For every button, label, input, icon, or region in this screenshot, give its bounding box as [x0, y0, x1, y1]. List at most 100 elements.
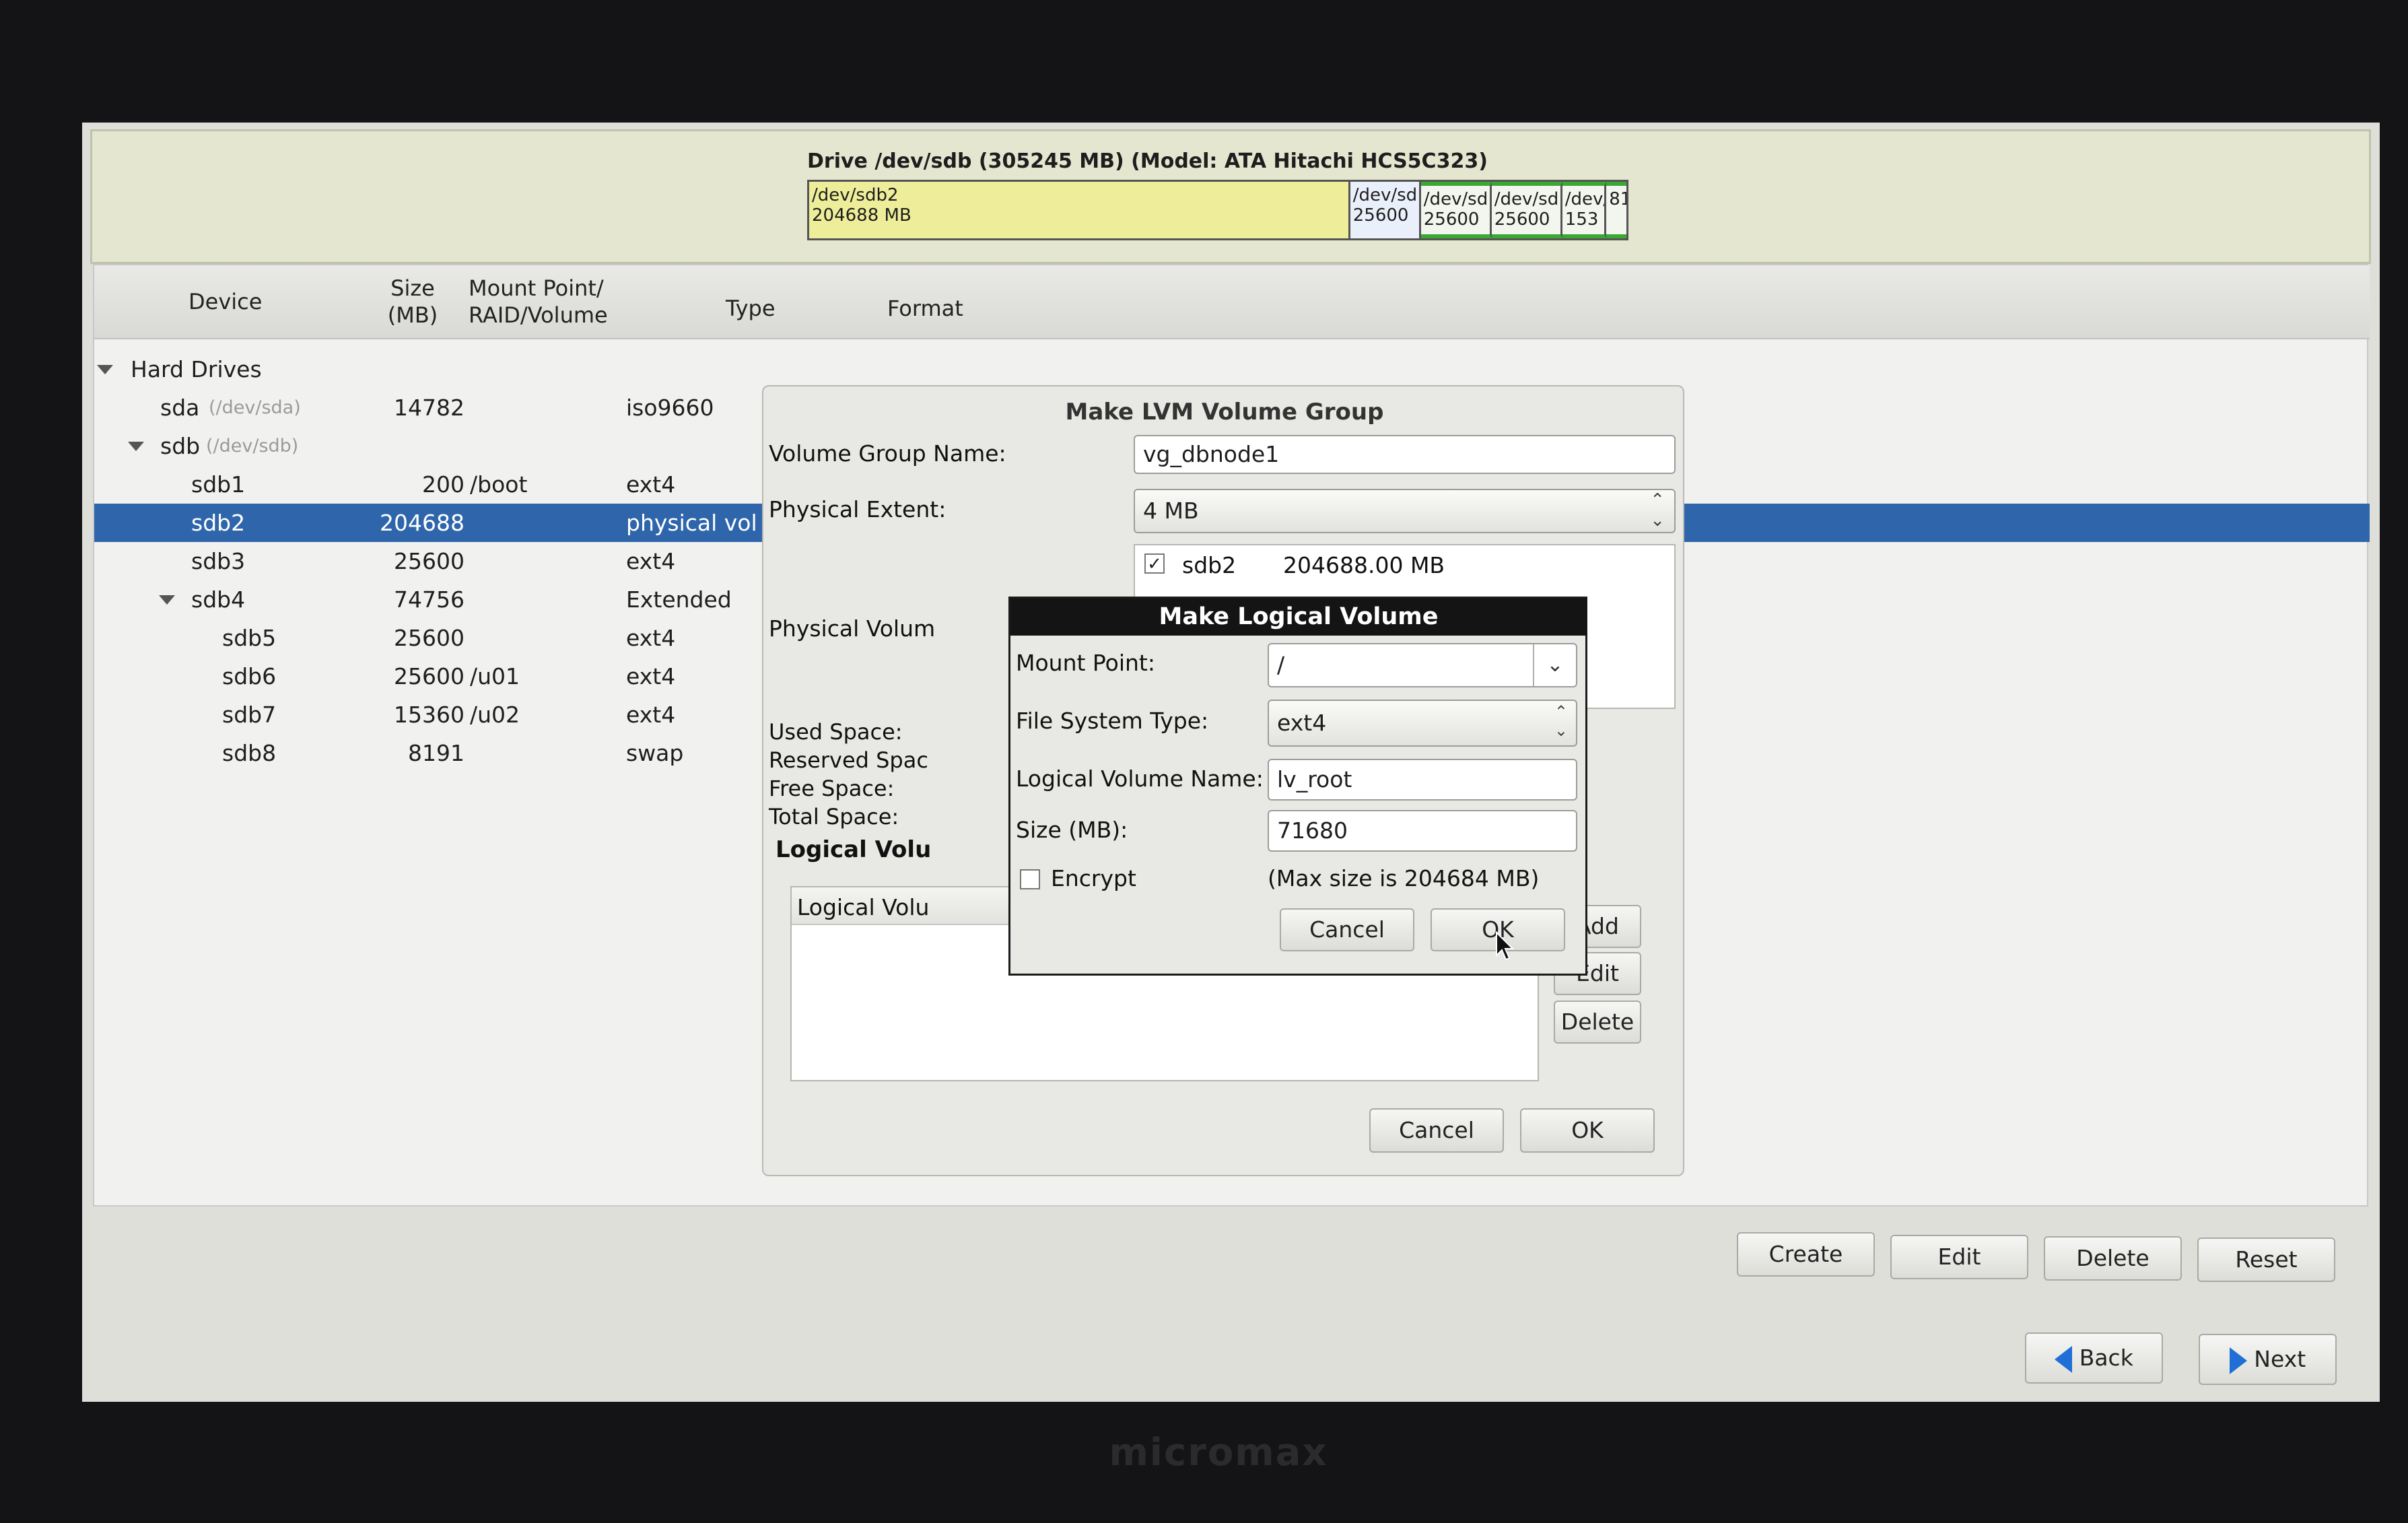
segment-name: /dev/sd — [1494, 189, 1559, 209]
expander-icon[interactable] — [159, 595, 175, 605]
spinner-arrows-icon: ⌃ ⌄ — [1650, 490, 1665, 531]
segment-size: 25600 — [1494, 209, 1550, 230]
spinner-arrows-icon: ⌃ ⌄ — [1554, 702, 1568, 740]
device-type: iso9660 — [626, 395, 714, 421]
device-size: 8191 — [408, 740, 465, 766]
device-type: swap — [626, 740, 684, 766]
next-button[interactable]: Next — [2199, 1334, 2337, 1385]
device-type: Extended — [626, 586, 732, 613]
column-size[interactable]: Size (MB) — [382, 275, 443, 329]
drive-segment-sdb2[interactable]: /dev/sdb2 204688 MB — [809, 182, 1350, 238]
column-type[interactable]: Type — [726, 295, 776, 322]
expander-icon[interactable] — [128, 442, 144, 451]
device-type: ext4 — [626, 663, 676, 689]
device-name: sdb — [160, 433, 201, 459]
physical-extent-value: 4 MB — [1143, 498, 1199, 524]
segment-name: /dev/sd — [1423, 189, 1488, 209]
delete-lv-button[interactable]: Delete — [1554, 1001, 1641, 1044]
column-format[interactable]: Format — [887, 295, 963, 322]
installer-screen: Drive /dev/sdb (305245 MB) (Model: ATA H… — [82, 123, 2380, 1402]
drive-segment-sdb8[interactable]: 81 — [1606, 182, 1626, 238]
drive-segment-sdb5[interactable]: /dev/sd 25600 — [1420, 182, 1492, 238]
device-size: 25600 — [394, 663, 465, 689]
device-name: sda — [160, 395, 200, 421]
drive-segment-sdb7[interactable]: /dev/d 153 — [1562, 182, 1607, 238]
total-space-label: Total Space: — [769, 804, 899, 830]
drive-partition-bar: /dev/sdb2 204688 MB /dev/sd 25600 /dev/s… — [807, 180, 1628, 240]
tree-group-hard-drives[interactable]: Hard Drives — [94, 350, 754, 388]
next-arrow-icon — [2229, 1347, 2247, 1374]
reserved-space-label: Reserved Spac — [769, 747, 928, 773]
expander-icon[interactable] — [97, 365, 113, 374]
lv-column-name[interactable]: Logical Volu — [797, 894, 929, 920]
device-type: ext4 — [626, 702, 676, 728]
make-logical-volume-dialog: Make Logical Volume Mount Point: / ⌄ Fil… — [1008, 597, 1587, 976]
delete-button[interactable]: Delete — [2044, 1236, 2182, 1281]
drive-segment-sdb6[interactable]: /dev/sd 25600 — [1491, 182, 1562, 238]
logical-volume-name-label: Logical Volume Name: — [1016, 766, 1264, 792]
lvm-cancel-button[interactable]: Cancel — [1369, 1108, 1504, 1153]
mount-point-combo[interactable]: / ⌄ — [1268, 643, 1577, 687]
encrypt-label: Encrypt — [1051, 865, 1136, 891]
segment-size: 204688 MB — [812, 205, 911, 226]
device-name: sdb4 — [191, 586, 246, 613]
mount-point-value: / — [1277, 652, 1285, 678]
file-system-type-select[interactable]: ext4 ⌃ ⌄ — [1268, 700, 1577, 747]
file-system-type-value: ext4 — [1277, 710, 1327, 736]
logical-volumes-heading: Logical Volu — [776, 836, 932, 863]
column-mount-point[interactable]: Mount Point/ RAID/Volume — [469, 275, 608, 329]
device-size: 204688 — [380, 510, 465, 536]
physical-extent-label: Physical Extent: — [769, 496, 947, 522]
physical-extent-select[interactable]: 4 MB ⌃ ⌄ — [1134, 489, 1676, 533]
device-size: 15360 — [394, 702, 465, 728]
chevron-down-icon[interactable]: ⌄ — [1533, 644, 1576, 686]
device-path: (/dev/sda) — [209, 397, 301, 418]
table-row[interactable]: sdb5 25600 ext4 — [94, 619, 754, 657]
dialog-title: Make LVM Volume Group — [1065, 399, 1384, 426]
mouse-cursor-icon — [1496, 931, 1515, 961]
table-row[interactable]: sdb7 15360 /u02 ext4 — [94, 696, 754, 734]
reset-button[interactable]: Reset — [2197, 1238, 2335, 1282]
vg-name-input[interactable]: vg_dbnode1 — [1134, 435, 1676, 474]
size-input[interactable]: 71680 — [1268, 810, 1577, 852]
device-name: sdb2 — [191, 510, 246, 536]
create-button[interactable]: Create — [1737, 1232, 1875, 1277]
device-size: 25600 — [394, 548, 465, 574]
segment-size: 25600 — [1423, 209, 1480, 230]
encrypt-checkbox[interactable] — [1020, 869, 1040, 889]
mlv-cancel-button[interactable]: Cancel — [1280, 908, 1414, 951]
table-row[interactable]: sda (/dev/sda) 14782 iso9660 — [94, 388, 754, 427]
logical-volume-name-input[interactable]: lv_root — [1268, 759, 1577, 801]
device-type: ext4 — [626, 471, 676, 498]
table-row[interactable]: sdb (/dev/sdb) — [94, 427, 754, 465]
table-row[interactable]: sdb1 200 /boot ext4 — [94, 465, 754, 504]
segment-name: /dev/d — [1564, 189, 1604, 209]
table-row[interactable]: sdb8 8191 swap — [94, 734, 754, 772]
column-device[interactable]: Device — [188, 288, 262, 315]
device-path: (/dev/sdb) — [206, 436, 299, 456]
file-system-type-label: File System Type: — [1016, 708, 1209, 734]
table-row[interactable]: sdb6 25600 /u01 ext4 — [94, 657, 754, 696]
table-header: Device Size (MB) Mount Point/ RAID/Volum… — [94, 265, 2370, 339]
back-arrow-icon — [2055, 1345, 2073, 1373]
table-row[interactable]: sdb3 25600 ext4 — [94, 542, 754, 580]
device-size: 200 — [422, 471, 465, 498]
segment-size: 81 — [1609, 189, 1626, 209]
physical-volumes-label: Physical Volum — [769, 615, 936, 642]
pv-sdb2-checkbox[interactable]: ✓ — [1144, 553, 1165, 574]
dialog-title: Make Logical Volume — [1010, 599, 1587, 636]
device-size: 14782 — [394, 395, 465, 421]
used-space-label: Used Space: — [769, 719, 903, 745]
vg-name-label: Volume Group Name: — [769, 440, 1006, 467]
table-row[interactable]: sdb4 74756 Extended — [94, 580, 754, 619]
lvm-ok-button[interactable]: OK — [1520, 1108, 1655, 1153]
device-name: sdb6 — [222, 663, 277, 689]
back-button[interactable]: Back — [2025, 1332, 2163, 1384]
group-label: Hard Drives — [131, 356, 262, 382]
edit-button[interactable]: Edit — [1890, 1235, 2028, 1279]
device-type: ext4 — [626, 548, 676, 574]
device-name: sdb8 — [222, 740, 277, 766]
device-type: physical vol — [626, 510, 757, 536]
drive-segment-sdb3[interactable]: /dev/sd 25600 — [1350, 182, 1421, 238]
device-name: sdb1 — [191, 471, 246, 498]
